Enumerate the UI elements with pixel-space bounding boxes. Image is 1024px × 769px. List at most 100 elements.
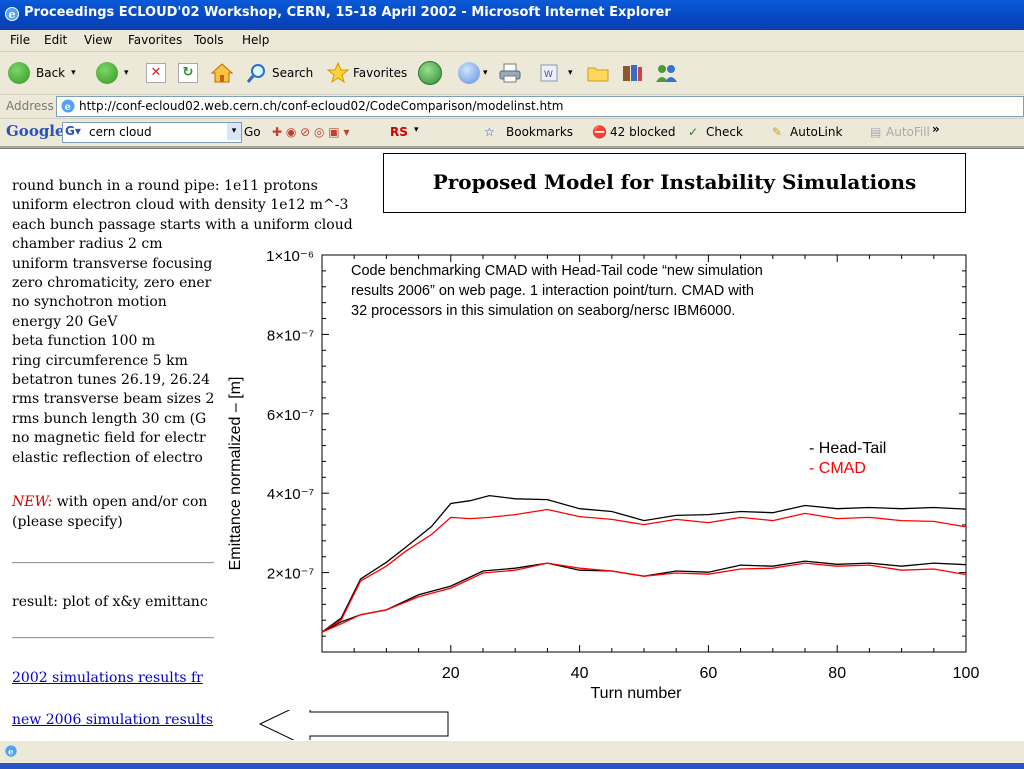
messenger-button[interactable] bbox=[654, 60, 680, 86]
google-go-button[interactable]: Go bbox=[244, 125, 261, 139]
home-button[interactable] bbox=[210, 60, 234, 86]
horizontal-rule bbox=[12, 637, 224, 639]
parameter-line: betatron tunes 26.19, 26.24 bbox=[12, 372, 211, 388]
autofill-button[interactable]: AutoFill bbox=[886, 125, 930, 139]
address-url: http://conf-ecloud02.web.cern.ch/conf-ec… bbox=[79, 99, 564, 113]
parameter-line: round bunch in a round pipe: 1e11 proton… bbox=[12, 178, 318, 194]
back-icon bbox=[8, 62, 30, 84]
research-button[interactable] bbox=[620, 60, 644, 86]
autofill-icon: ▤ bbox=[870, 125, 882, 139]
y-tick-label: 4×10⁻⁷ bbox=[267, 486, 314, 503]
chevron-down-icon: ▾ bbox=[483, 68, 488, 78]
parameter-line: no synchotron motion bbox=[12, 294, 167, 311]
y-tick-label: 2×10⁻⁷ bbox=[267, 566, 314, 583]
google-search-input[interactable]: G▾ cern cloud ▾ bbox=[62, 122, 242, 143]
stop-icon: ✕ bbox=[146, 63, 166, 83]
chevron-down-icon: ▾ bbox=[124, 68, 129, 78]
chevron-down-icon: ▾ bbox=[568, 68, 573, 78]
benchmark-annotation: Code benchmarking CMAD with Head-Tail co… bbox=[351, 263, 763, 279]
chevron-down-icon[interactable]: ▾ bbox=[227, 123, 241, 140]
forward-button[interactable]: ▾ bbox=[96, 60, 129, 86]
parameter-line: zero chromaticity, zero ener bbox=[12, 275, 212, 291]
parameter-line: no magnetic field for electr bbox=[12, 430, 206, 447]
mail-button[interactable]: ▾ bbox=[458, 60, 488, 86]
google-query: cern cloud bbox=[89, 125, 152, 139]
history-button[interactable] bbox=[418, 60, 442, 86]
print-icon bbox=[499, 63, 521, 83]
more-chevron-icon[interactable]: » bbox=[932, 122, 940, 136]
star-icon: ☆ bbox=[484, 125, 495, 139]
autolink-icon: ✎ bbox=[772, 125, 783, 139]
svg-text:e: e bbox=[8, 748, 14, 758]
favorites-button[interactable]: Favorites bbox=[326, 60, 407, 86]
mail-icon bbox=[458, 62, 480, 84]
research-icon bbox=[623, 65, 642, 81]
blocked-button[interactable]: 42 blocked bbox=[610, 125, 676, 139]
y-tick-label: 8×10⁻⁷ bbox=[267, 327, 314, 344]
google-toolbar: Google G▾ cern cloud ▾ Go ✚ ◉ ⊘ ◎ ▣ ▾ RS… bbox=[0, 119, 1024, 148]
stop-button[interactable]: ✕ bbox=[146, 60, 166, 86]
svg-text:e: e bbox=[9, 8, 16, 21]
google-g-icon: G▾ bbox=[65, 124, 81, 138]
address-input[interactable]: e http://conf-ecloud02.web.cern.ch/conf-… bbox=[56, 96, 1024, 117]
parameter-line: uniform transverse focusing bbox=[12, 255, 213, 272]
back-label: Back bbox=[36, 66, 66, 80]
spellcheck-icon: ✓ bbox=[688, 125, 699, 139]
benchmark-annotation: 32 processors in this simulation on seab… bbox=[351, 303, 735, 319]
home-icon bbox=[210, 63, 234, 83]
horizontal-rule bbox=[12, 562, 224, 564]
chevron-down-icon: ▾ bbox=[71, 68, 76, 78]
check-button[interactable]: Check bbox=[706, 125, 743, 139]
print-button[interactable] bbox=[498, 60, 522, 86]
link-2006-results[interactable]: new 2006 simulation results bbox=[12, 712, 213, 728]
parameter-line: each bunch passage starts with a uniform… bbox=[12, 216, 353, 233]
y-tick-label: 6×10⁻⁷ bbox=[267, 407, 314, 424]
edit-icon: W bbox=[540, 64, 558, 82]
refresh-icon: ↻ bbox=[178, 63, 198, 83]
address-label: Address bbox=[6, 99, 54, 113]
bookmarks-button[interactable]: Bookmarks bbox=[506, 125, 573, 139]
folder-button[interactable] bbox=[586, 60, 610, 86]
menu-bar: File Edit View Favorites Tools Help bbox=[0, 30, 1024, 52]
menu-file[interactable]: File bbox=[10, 33, 30, 47]
new-tag: NEW: bbox=[12, 494, 53, 510]
search-label: Search bbox=[272, 66, 314, 80]
parameter-line: beta function 100 m bbox=[12, 333, 156, 350]
svg-text:e: e bbox=[65, 102, 71, 113]
slide-title: Proposed Model for Instability Simulatio… bbox=[432, 170, 917, 194]
x-tick-label: 40 bbox=[571, 665, 589, 682]
x-tick-label: 60 bbox=[700, 665, 718, 682]
result-text: result: plot of x&y emittanc bbox=[12, 594, 208, 610]
forward-icon bbox=[96, 62, 118, 84]
y-axis-label: Emittance normalized – [m] bbox=[227, 377, 244, 571]
edit-button[interactable]: W ▾ bbox=[538, 60, 573, 86]
link-2002-results[interactable]: 2002 simulations results fr bbox=[12, 670, 203, 686]
favorites-icon bbox=[326, 61, 350, 84]
autolink-button[interactable]: AutoLink bbox=[790, 125, 842, 139]
emittance-chart: 20 40 60 80 100 2×10⁻⁷ 4×10⁻⁷ 6×10⁻⁷ 8×10⁻⁷ 1×10⁻… bbox=[214, 240, 1024, 710]
parameter-line: elastic reflection of electro bbox=[12, 449, 203, 466]
menu-favorites[interactable]: Favorites bbox=[128, 33, 182, 47]
please-specify: (please specify) bbox=[12, 514, 123, 530]
back-button[interactable]: Back ▾ bbox=[8, 60, 76, 86]
menu-help[interactable]: Help bbox=[242, 33, 269, 47]
slide-title-box: Proposed Model for Instability Simulatio… bbox=[383, 153, 966, 213]
menu-edit[interactable]: Edit bbox=[44, 33, 67, 47]
favorites-label: Favorites bbox=[353, 66, 408, 80]
refresh-button[interactable]: ↻ bbox=[178, 60, 198, 86]
rs-button[interactable]: RS bbox=[390, 125, 408, 139]
new-text: with open and/or con bbox=[52, 494, 208, 510]
menu-view[interactable]: View bbox=[84, 33, 112, 47]
y-tick-label: 1×10⁻⁶ bbox=[266, 248, 314, 265]
x-tick-label: 20 bbox=[442, 665, 460, 682]
parameter-line: ring circumference 5 km bbox=[12, 352, 188, 369]
search-button[interactable]: Search bbox=[246, 60, 313, 86]
page-icon: e bbox=[5, 745, 17, 758]
menu-tools[interactable]: Tools bbox=[194, 33, 224, 47]
parameter-line: chamber radius 2 cm bbox=[12, 236, 163, 253]
popup-blocker-icon: ⛔ bbox=[592, 125, 607, 139]
svg-text:W: W bbox=[544, 70, 553, 80]
legend-entry: - Head-Tail bbox=[809, 440, 886, 457]
google-logo: Google bbox=[6, 122, 65, 140]
google-tools-icons[interactable]: ✚ ◉ ⊘ ◎ ▣ ▾ bbox=[272, 125, 349, 139]
